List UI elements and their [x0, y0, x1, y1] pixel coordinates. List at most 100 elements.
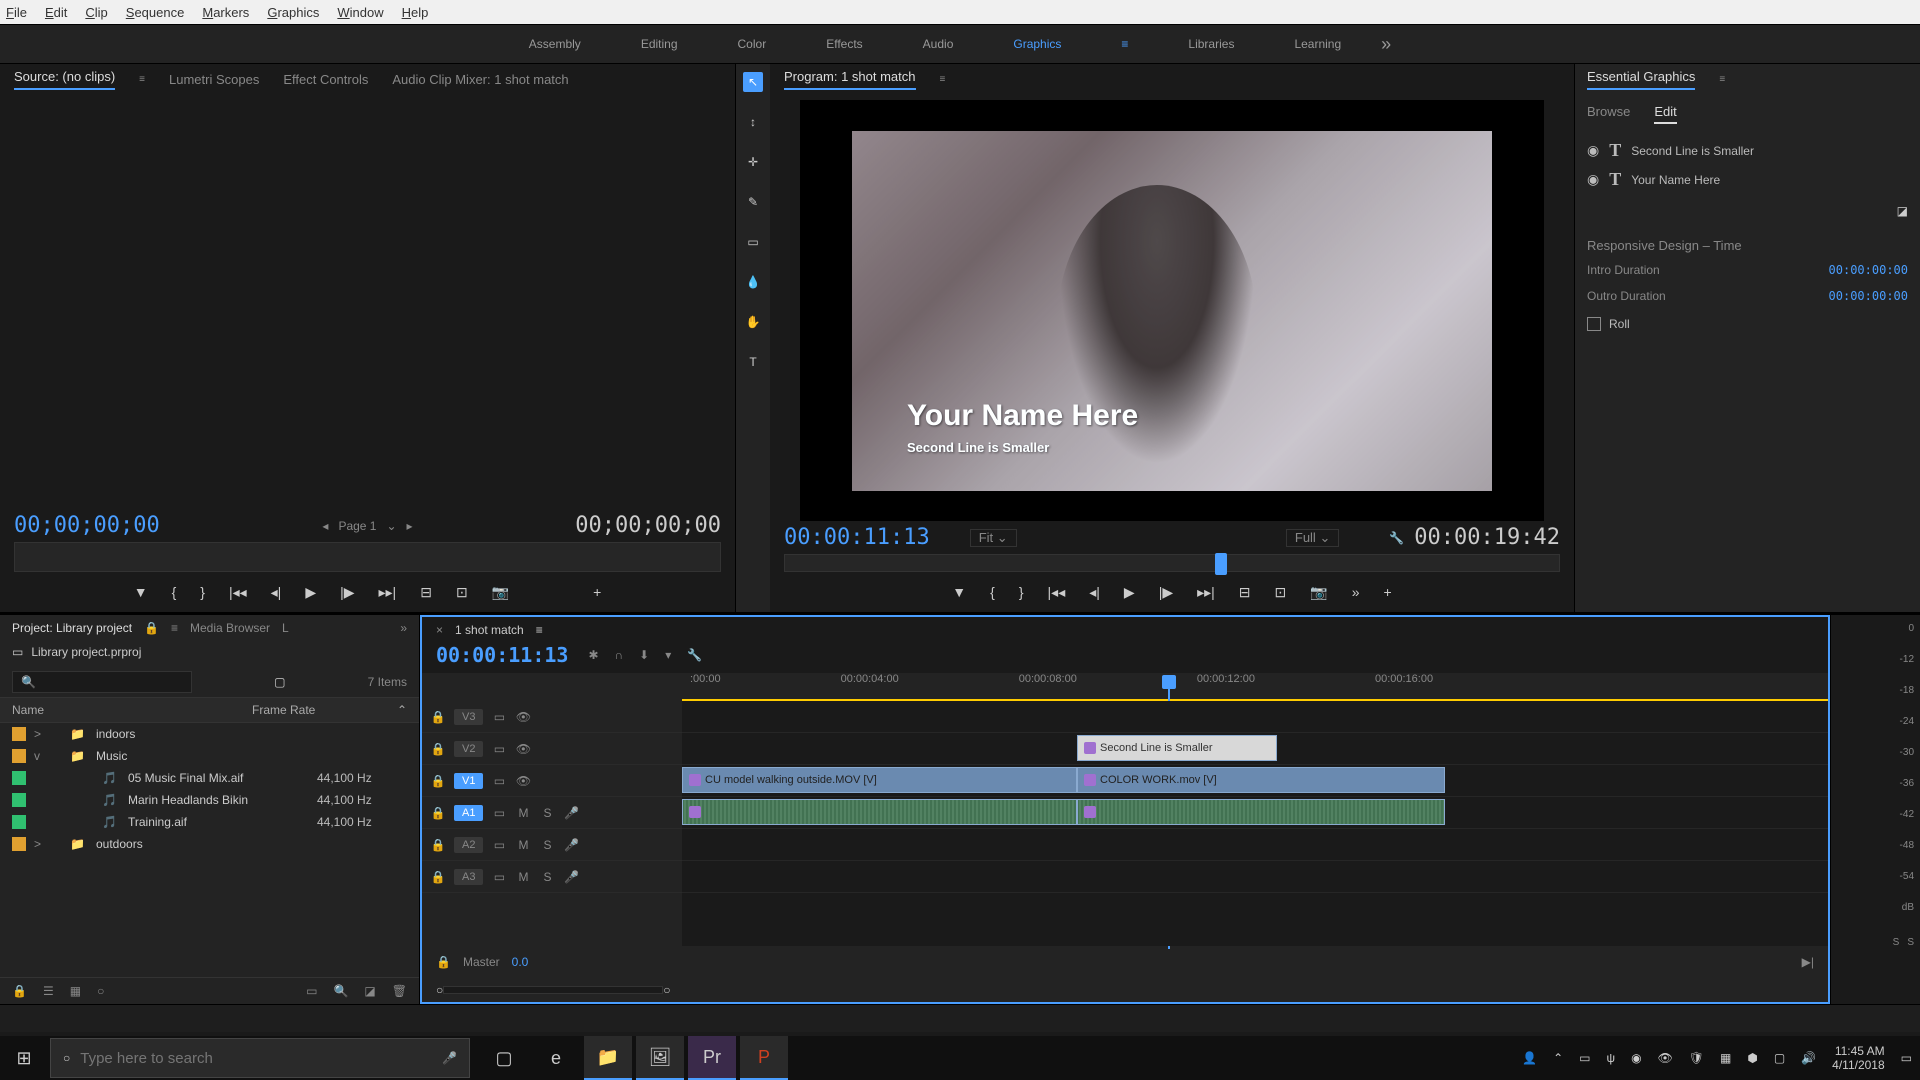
track-row[interactable] [682, 797, 1828, 829]
graphic-title-text[interactable]: Your Name Here [907, 399, 1138, 433]
sync-lock-icon[interactable]: ▭ [491, 806, 507, 820]
write-protect-icon[interactable]: 🔒 [12, 984, 27, 998]
export-frame-icon[interactable]: 📷 [492, 584, 509, 601]
track-header[interactable]: 🔒 V2 ▭ 👁 [422, 733, 682, 765]
voice-over-icon[interactable]: 🎤 [563, 870, 579, 884]
toggle-output-icon[interactable]: 👁 [515, 774, 531, 788]
tray-up-icon[interactable]: ⌃ [1553, 1051, 1563, 1065]
track-badge[interactable]: A2 [454, 837, 483, 853]
chrome-tray-icon[interactable]: ◉ [1631, 1051, 1641, 1065]
program-monitor[interactable]: Your Name Here Second Line is Smaller [852, 131, 1492, 491]
sync-lock-icon[interactable]: ▭ [491, 774, 507, 788]
program-scrubber[interactable] [784, 554, 1560, 572]
new-bin-icon[interactable]: ▭ [306, 984, 317, 998]
play-icon[interactable]: ▶ [1124, 584, 1135, 601]
zoom-fit-select[interactable]: Fit ⌄ [970, 529, 1017, 547]
snap-tool-icon[interactable]: ✛ [743, 152, 763, 172]
overflow-icon[interactable]: » [1352, 584, 1360, 600]
eg-layer-row[interactable]: ◉ T Second Line is Smaller [1587, 136, 1908, 165]
step-back-icon[interactable]: ◂| [271, 584, 282, 601]
lumetri-scopes-tab[interactable]: Lumetri Scopes [169, 72, 259, 87]
timeline-ruler[interactable]: :00:00 00:00:04:00 00:00:08:00 00:00:12:… [682, 673, 1828, 701]
col-framerate-header[interactable]: Frame Rate [252, 703, 397, 717]
lock-icon[interactable]: 🔒 [430, 806, 446, 820]
label-chip[interactable] [12, 815, 26, 829]
timeline-sequence-name[interactable]: 1 shot match [455, 623, 524, 637]
intro-duration-value[interactable]: 00:00:00:00 [1829, 263, 1908, 277]
premiere-app-icon[interactable]: Pr [688, 1036, 736, 1080]
label-chip[interactable] [12, 771, 26, 785]
project-row[interactable]: 🎵 Marin Headlands Bikin 44,100 Hz [0, 789, 419, 811]
step-forward-icon[interactable]: |▶ [340, 584, 354, 601]
fx-badge-icon[interactable] [1084, 774, 1096, 786]
edge-app-icon[interactable]: e [532, 1036, 580, 1080]
workspace-overflow-icon[interactable]: » [1381, 34, 1391, 55]
solo-icon[interactable]: S [539, 838, 555, 852]
zoom-slider[interactable] [443, 986, 663, 994]
track-header[interactable]: 🔒 A1 ▭ M S🎤 [422, 797, 682, 829]
track-row[interactable] [682, 861, 1828, 893]
tray-icon[interactable]: 👁 [1658, 1051, 1673, 1065]
go-next-edit-icon[interactable]: ▶| [1802, 955, 1814, 969]
zoom-out-handle[interactable]: ○ [436, 983, 443, 997]
timeline-menu-icon[interactable]: ≡ [536, 623, 543, 637]
label-chip[interactable] [12, 837, 26, 851]
zoom-in-handle[interactable]: ○ [663, 983, 670, 997]
graphic-subtitle-text[interactable]: Second Line is Smaller [907, 440, 1049, 455]
track-badge[interactable]: V2 [454, 741, 483, 757]
eg-layer-name[interactable]: Second Line is Smaller [1631, 144, 1754, 158]
solo-icon[interactable]: S [539, 870, 555, 884]
pen-tool-icon[interactable]: ✎ [743, 192, 763, 212]
people-icon[interactable]: 👤 [1522, 1051, 1537, 1065]
vertical-align-tool-icon[interactable]: ↕ [743, 112, 763, 132]
project-menu-icon[interactable]: ≡ [171, 621, 178, 635]
add-button-icon[interactable]: + [1384, 584, 1392, 600]
insert-icon[interactable]: ⊟ [420, 584, 432, 601]
go-to-out-icon[interactable]: ▸▸| [379, 584, 397, 601]
outro-duration-value[interactable]: 00:00:00:00 [1829, 289, 1908, 303]
lock-icon[interactable]: 🔒 [430, 870, 446, 884]
fx-badge-icon[interactable] [1084, 806, 1096, 818]
app-menubar[interactable]: File Edit Clip Sequence Markers Graphics… [0, 0, 1920, 24]
eg-layer-name[interactable]: Your Name Here [1631, 173, 1720, 187]
fx-badge-icon[interactable] [689, 806, 701, 818]
track-row[interactable] [682, 701, 1828, 733]
program-panel-menu-icon[interactable]: ≡ [940, 74, 946, 85]
lift-icon[interactable]: ⊟ [1239, 584, 1251, 601]
workspace-graphics[interactable]: Graphics [1013, 37, 1061, 51]
out-point-icon[interactable]: } [200, 584, 205, 600]
fx-badge-icon[interactable] [689, 774, 701, 786]
col-sort-icon[interactable]: ⌃ [397, 703, 407, 717]
visibility-icon[interactable]: ◉ [1587, 142, 1599, 159]
page-indicator[interactable]: Page 1 [338, 519, 376, 533]
usb-icon[interactable]: ψ [1607, 1051, 1616, 1065]
explorer-app-icon[interactable]: 📁 [584, 1036, 632, 1080]
eg-layer-row[interactable]: ◉ T Your Name Here [1587, 165, 1908, 194]
voice-over-icon[interactable]: 🎤 [563, 838, 579, 852]
go-to-in-icon[interactable]: |◂◂ [1048, 584, 1066, 601]
taskbar-clock[interactable]: 11:45 AM 4/11/2018 [1832, 1044, 1885, 1072]
visibility-icon[interactable]: ◉ [1587, 171, 1599, 188]
task-view-icon[interactable]: ▢ [480, 1036, 528, 1080]
step-forward-icon[interactable]: |▶ [1159, 584, 1173, 601]
taskbar-search[interactable]: ○ 🎤 [50, 1038, 470, 1078]
workspace-menu-icon[interactable]: ≡ [1121, 37, 1128, 51]
timeline-close-icon[interactable]: × [436, 623, 443, 637]
mute-icon[interactable]: M [515, 806, 531, 820]
clip[interactable]: Second Line is Smaller [1077, 735, 1277, 761]
track-row[interactable]: Second Line is Smaller [682, 733, 1828, 765]
in-point-icon[interactable]: { [990, 584, 995, 600]
workspace-audio[interactable]: Audio [923, 37, 954, 51]
find-icon[interactable]: 🔍 [333, 984, 348, 998]
menu-clip[interactable]: Clip [85, 5, 107, 20]
dropbox-tray-icon[interactable]: ⬢ [1747, 1051, 1757, 1065]
clip[interactable]: CU model walking outside.MOV [V] [682, 767, 1077, 793]
shield-icon[interactable]: 🛡 [1689, 1051, 1704, 1065]
marker-icon[interactable]: ▼ [952, 584, 966, 600]
expand-icon[interactable]: > [34, 837, 46, 851]
track-row[interactable]: CU model walking outside.MOV [V]COLOR WO… [682, 765, 1828, 797]
type-tool-icon[interactable]: T [743, 352, 763, 372]
solo-right-icon[interactable]: S [1907, 937, 1914, 948]
timeline-timecode[interactable]: 00:00:11:13 [436, 643, 568, 667]
linked-selection-icon[interactable]: ∩ [615, 648, 624, 662]
